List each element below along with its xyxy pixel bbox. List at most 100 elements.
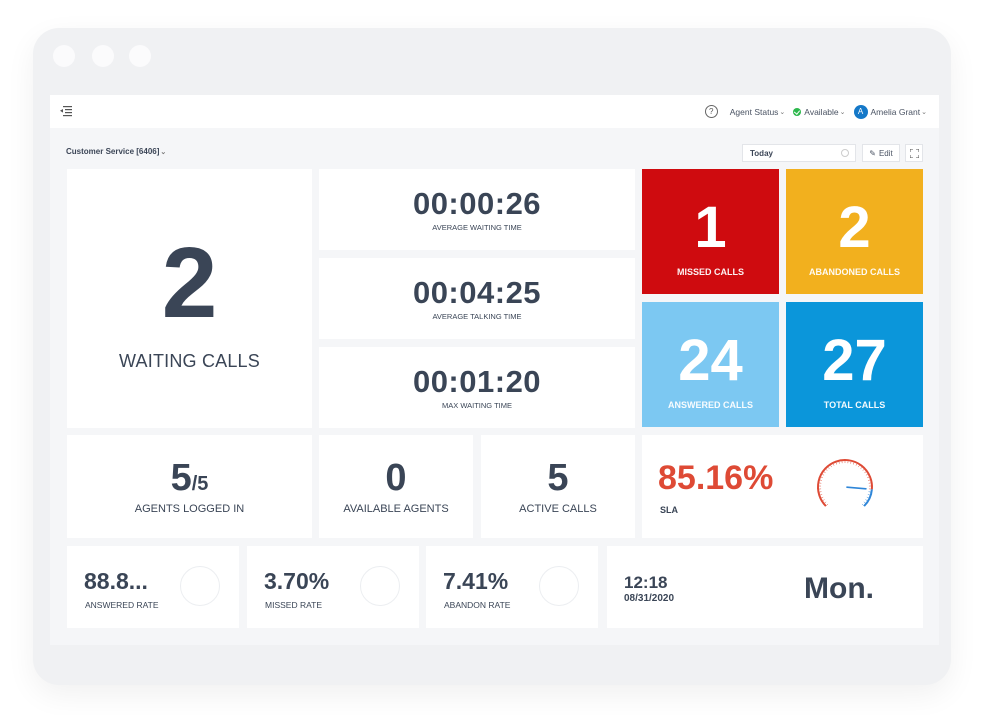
- top-bar: ? Agent Status ⌄ Available ⌄ A Amelia Gr…: [50, 95, 939, 128]
- chevron-down-icon: ⌄: [160, 148, 167, 156]
- abandoned-calls-value: 2: [838, 194, 871, 260]
- availability-label: Available: [804, 106, 839, 117]
- sla-gauge-tick: [832, 463, 835, 466]
- sla-gauge-needle: [846, 486, 867, 490]
- missed-rate-value: 3.70%: [264, 568, 330, 594]
- missed-calls-tile: 1 MISSED CALLS: [642, 169, 779, 294]
- answered-rate-label: ANSWERED RATE: [85, 600, 159, 610]
- user-menu[interactable]: A Amelia Grant ⌄: [853, 104, 927, 119]
- menu-collapse-icon[interactable]: [60, 105, 72, 117]
- agent-status-label: Agent Status: [729, 106, 779, 117]
- abandon-rate-value: 7.41%: [443, 568, 509, 594]
- answered-calls-value: 24: [678, 327, 743, 393]
- dashboard-app: ? Agent Status ⌄ Available ⌄ A Amelia Gr…: [50, 95, 939, 645]
- avg-waiting-time-card: 00:00:26 AVERAGE WAITING TIME: [319, 169, 635, 250]
- waiting-calls-value: 2: [161, 227, 218, 339]
- sla-gauge-tick: [862, 469, 865, 471]
- sla-gauge-tick: [868, 479, 871, 481]
- avatar: A: [853, 104, 868, 119]
- sla-gauge-tick: [819, 479, 822, 481]
- sla-gauge-tick: [830, 465, 832, 468]
- available-agents-card: 0 AVAILABLE AGENTS: [319, 435, 473, 538]
- waiting-calls-label: WAITING CALLS: [119, 351, 260, 371]
- avg-waiting-time-value: 00:00:26: [412, 185, 542, 221]
- sla-gauge-tick: [865, 474, 868, 476]
- abandoned-calls-label: ABANDONED CALLS: [809, 266, 900, 277]
- missed-rate-ring: [360, 566, 400, 606]
- available-agents-value: 0: [385, 456, 407, 499]
- max-waiting-time-label: MAX WAITING TIME: [441, 400, 512, 410]
- sla-gauge-tick: [860, 467, 863, 469]
- window-maximize-dot[interactable]: [129, 45, 151, 67]
- current-time: 12:18: [624, 573, 668, 592]
- current-date: 08/31/2020: [624, 593, 675, 604]
- queue-label: Customer Service [6406]: [66, 147, 160, 156]
- sla-gauge-tick: [824, 501, 827, 504]
- sla-gauge-tick: [821, 496, 824, 499]
- abandon-rate-ring: [539, 566, 579, 606]
- edit-label: Edit: [878, 148, 893, 158]
- max-waiting-time-card: 00:01:20 MAX WAITING TIME: [319, 347, 635, 428]
- abandon-rate-label: ABANDON RATE: [444, 600, 511, 610]
- sla-gauge-tick: [826, 503, 829, 506]
- date-range-value: Today: [750, 149, 773, 158]
- queue-selector[interactable]: Customer Service [6406] ⌄: [66, 147, 166, 156]
- sla-gauge-tick: [853, 462, 855, 465]
- avg-waiting-time-label: AVERAGE WAITING TIME: [432, 222, 522, 232]
- active-calls-card: 5 ACTIVE CALLS: [481, 435, 635, 538]
- answered-calls-tile: 24 ANSWERED CALLS: [642, 302, 779, 427]
- abandoned-calls-tile: 2 ABANDONED CALLS: [786, 169, 923, 294]
- sla-gauge: [817, 459, 873, 507]
- edit-button[interactable]: ✎ Edit: [862, 144, 900, 162]
- chevron-down-icon: ⌄: [779, 108, 786, 116]
- missed-rate-card: 3.70% MISSED RATE: [247, 546, 419, 628]
- active-calls-value: 5: [547, 456, 569, 499]
- sla-gauge-tick: [866, 496, 869, 499]
- fullscreen-button[interactable]: [905, 144, 923, 162]
- sla-gauge-tick: [867, 476, 870, 479]
- agents-total-value: /5: [191, 472, 209, 495]
- active-calls-label: ACTIVE CALLS: [519, 502, 597, 515]
- check-circle-icon: [793, 107, 802, 116]
- sla-gauge-arc-filled: [817, 459, 873, 507]
- window-close-dot[interactable]: [53, 45, 75, 67]
- avg-talking-time-value: 00:04:25: [412, 274, 542, 310]
- sla-gauge-tick: [863, 501, 866, 504]
- answered-rate-ring: [180, 566, 220, 606]
- sla-label: SLA: [660, 505, 678, 515]
- clock-icon: [841, 149, 849, 157]
- help-icon[interactable]: ?: [704, 105, 718, 118]
- available-agents-label: AVAILABLE AGENTS: [343, 502, 449, 515]
- sla-gauge-tick: [855, 463, 858, 466]
- agents-logged-in-value: 5: [170, 456, 192, 499]
- avg-talking-time-card: 00:04:25 AVERAGE TALKING TIME: [319, 258, 635, 339]
- abandon-rate-card: 7.41% ABANDON RATE: [426, 546, 598, 628]
- sla-gauge-tick: [820, 494, 823, 496]
- chevron-down-icon: ⌄: [839, 108, 846, 116]
- total-calls-tile: 27 TOTAL CALLS: [786, 302, 923, 427]
- date-range-select[interactable]: Today: [742, 144, 856, 162]
- missed-calls-value: 1: [694, 194, 727, 260]
- sla-gauge-tick: [861, 503, 864, 506]
- missed-calls-label: MISSED CALLS: [676, 266, 744, 277]
- sla-gauge-tick: [867, 494, 870, 496]
- expand-icon: [909, 148, 919, 158]
- pencil-icon: ✎: [869, 148, 876, 158]
- avg-talking-time-label: AVERAGE TALKING TIME: [432, 311, 522, 321]
- agent-status-dropdown[interactable]: Agent Status ⌄: [730, 107, 786, 117]
- sla-gauge-tick: [822, 499, 825, 501]
- max-waiting-time-value: 00:01:20: [412, 363, 542, 399]
- sla-gauge-tick: [858, 465, 860, 468]
- missed-rate-label: MISSED RATE: [265, 600, 322, 610]
- sla-gauge-tick: [823, 471, 826, 474]
- availability-dropdown[interactable]: Available ⌄: [793, 106, 846, 117]
- sla-gauge-tick: [865, 499, 868, 501]
- answered-rate-card: 88.8... ANSWERED RATE: [67, 546, 239, 628]
- window-minimize-dot[interactable]: [92, 45, 114, 67]
- agents-logged-in-card: 5/5 AGENTS LOGGED IN: [67, 435, 312, 538]
- sla-value: 85.16%: [658, 459, 774, 497]
- total-calls-value: 27: [822, 327, 887, 393]
- current-day: Mon.: [804, 572, 874, 605]
- sla-gauge-tick: [835, 462, 837, 465]
- sla-gauge-tick: [864, 471, 867, 474]
